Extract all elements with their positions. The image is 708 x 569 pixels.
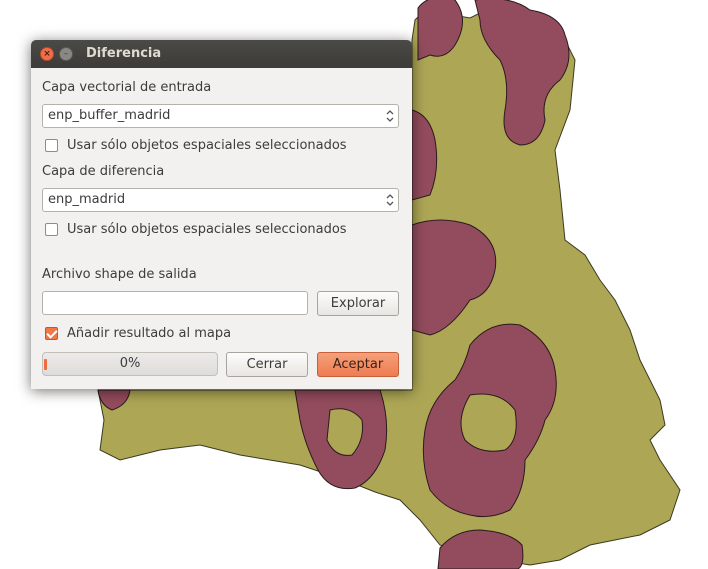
diff-selected-only-checkbox[interactable]: [45, 223, 58, 236]
browse-button[interactable]: Explorar: [317, 291, 399, 316]
close-window-icon[interactable]: ×: [40, 47, 54, 61]
add-to-map-row[interactable]: Añadir resultado al mapa: [45, 326, 231, 341]
diff-selected-only-row[interactable]: Usar sólo objetos espaciales seleccionad…: [45, 222, 347, 237]
progress-bar: 0%: [42, 352, 218, 376]
accept-button-label: Aceptar: [332, 357, 384, 372]
minimize-window-icon[interactable]: –: [59, 47, 73, 61]
input-selected-only-row[interactable]: Usar sólo objetos espaciales seleccionad…: [45, 138, 347, 153]
updown-arrow-icon: [386, 110, 394, 122]
diff-layer-value: enp_madrid: [48, 192, 126, 207]
diff-layer-label: Capa de diferencia: [42, 164, 165, 179]
difference-dialog: × – Diferencia Capa vectorial de entrada…: [31, 40, 412, 389]
input-layer-label: Capa vectorial de entrada: [42, 80, 212, 95]
progress-text: 0%: [119, 356, 141, 371]
output-file-input[interactable]: [42, 291, 308, 315]
accept-button[interactable]: Aceptar: [317, 352, 399, 377]
input-selected-only-label: Usar sólo objetos espaciales seleccionad…: [67, 138, 347, 153]
window-title: Diferencia: [86, 46, 162, 61]
updown-arrow-icon: [386, 194, 394, 206]
input-layer-value: enp_buffer_madrid: [48, 108, 171, 123]
add-to-map-checkbox[interactable]: [45, 327, 58, 340]
close-button[interactable]: Cerrar: [226, 352, 308, 377]
input-selected-only-checkbox[interactable]: [45, 139, 58, 152]
close-button-label: Cerrar: [246, 357, 288, 372]
output-file-label: Archivo shape de salida: [42, 267, 197, 282]
title-bar[interactable]: × – Diferencia: [31, 40, 412, 68]
progress-fill: [44, 359, 47, 370]
diff-layer-combo[interactable]: enp_madrid: [42, 188, 399, 212]
diff-selected-only-label: Usar sólo objetos espaciales seleccionad…: [67, 222, 347, 237]
input-layer-combo[interactable]: enp_buffer_madrid: [42, 104, 399, 128]
add-to-map-label: Añadir resultado al mapa: [67, 326, 232, 341]
